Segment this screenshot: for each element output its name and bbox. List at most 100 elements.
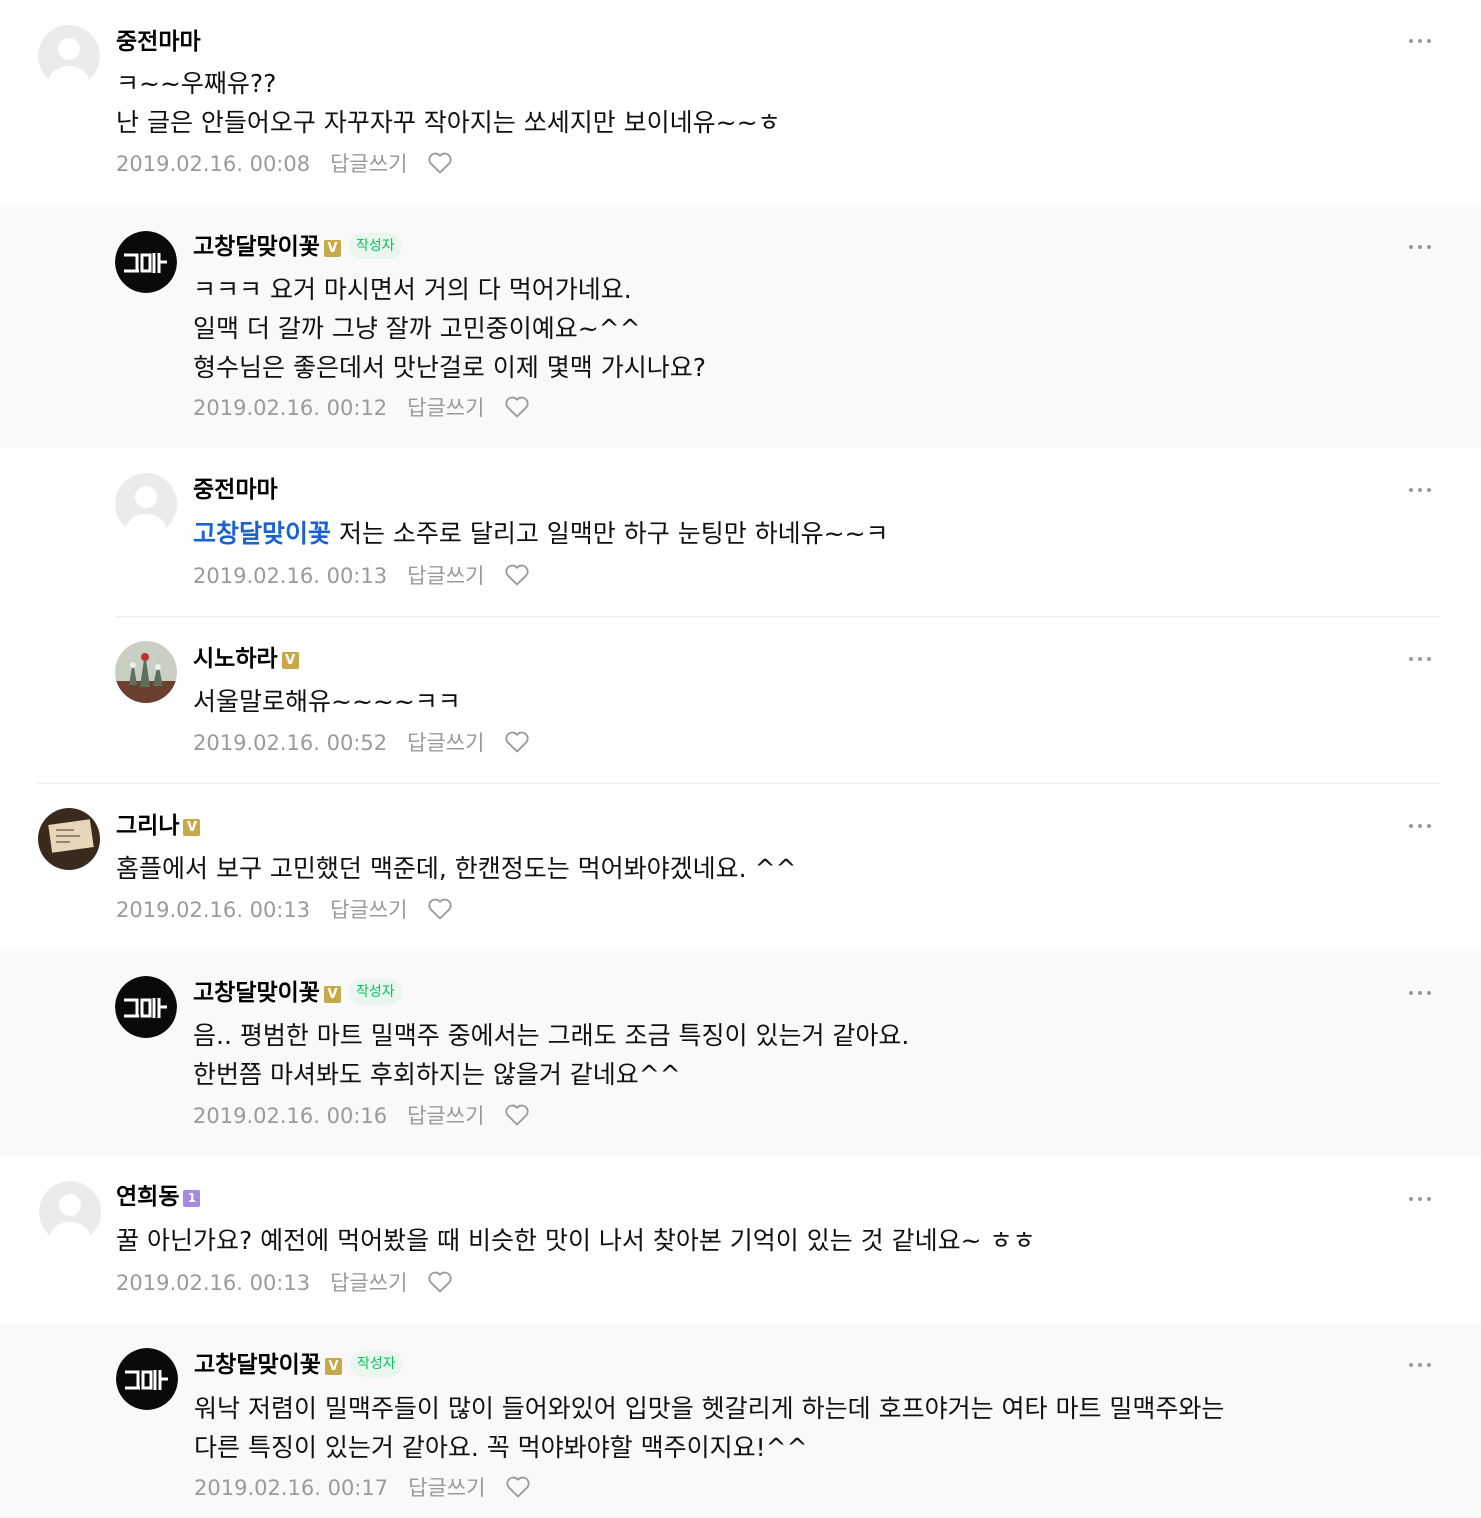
comment-text: 고창달맞이꽃 저는 소주로 달리고 일맥만 하구 눈팅만 하네유~~ㅋ	[193, 514, 889, 553]
nickname-text[interactable]: 중전마마	[116, 29, 201, 55]
member-grade-badge: V	[323, 240, 341, 257]
more-options-icon[interactable]	[1409, 1361, 1433, 1369]
heart-icon[interactable]	[427, 151, 453, 182]
nickname[interactable]: 중전마마	[193, 475, 278, 505]
nickname[interactable]: 그리나 V	[116, 811, 201, 841]
nickname-text[interactable]: 그리나	[116, 813, 179, 839]
nickname[interactable]: 연희동 1	[116, 1182, 201, 1212]
comment-line: 꿀 아닌가요? 예전에 먹어봤을 때 비슷한 맛이 나서 찾아본 기억이 있는 …	[116, 1226, 1036, 1255]
mention-link[interactable]: 고창달맞이꽃	[193, 519, 331, 548]
reply-button[interactable]: 답글쓰기	[330, 1271, 407, 1295]
heart-icon[interactable]	[504, 1103, 530, 1134]
reply-button[interactable]: 답글쓰기	[330, 152, 407, 176]
comment-meta: 2019.02.16. 00:13 답글쓰기	[193, 562, 530, 594]
nickname[interactable]: 고창달맞이꽃 V 작성자	[194, 1350, 403, 1380]
heart-icon[interactable]	[504, 730, 530, 761]
reply-button[interactable]: 답글쓰기	[407, 1104, 484, 1128]
comment-line-text: 저는 소주로 달리고 일맥만 하구 눈팅만 하네유~~ㅋ	[338, 519, 889, 548]
comment-line: 일맥 더 갈까 그냥 잘까 고민중이예요~^^	[193, 314, 641, 343]
comment-line: 형수님은 좋은데서 맛난걸로 이제 몇맥 가시나요?	[193, 353, 707, 382]
heart-icon[interactable]	[504, 563, 530, 594]
gongdal-logo-icon	[115, 231, 177, 293]
comment-line: 음.. 평범한 마트 밀맥주 중에서는 그래도 조금 특징이 있는거 같아요.	[193, 1021, 910, 1050]
more-options-icon[interactable]	[1409, 655, 1433, 663]
gongdal-logo-icon	[116, 1348, 178, 1410]
comment-date: 2019.02.16. 00:17	[194, 1476, 389, 1500]
avatar[interactable]	[38, 25, 100, 87]
comment-text: 음.. 평범한 마트 밀맥주 중에서는 그래도 조금 특징이 있는거 같아요. …	[193, 1016, 909, 1094]
default-avatar-icon	[38, 25, 100, 87]
comment-item: 고창달맞이꽃 V 작성자 ㅋㅋㅋ 요거 마시면서 거의 다 먹어가네요. 일맥 더 …	[0, 205, 1481, 448]
author-tag: 작성자	[349, 1351, 403, 1377]
nickname[interactable]: 고창달맞이꽃 V 작성자	[193, 978, 402, 1008]
avatar[interactable]	[115, 473, 177, 535]
nickname-text[interactable]: 고창달맞이꽃	[194, 1352, 321, 1378]
comment-text: 홈플에서 보구 고민했던 맥준데, 한캔정도는 먹어봐야겠네요. ^^	[116, 849, 796, 888]
handwriting-photo-icon	[38, 808, 100, 870]
nickname-text[interactable]: 중전마마	[193, 477, 278, 503]
comment-line: 한번쯤 마셔봐도 후회하지는 않을거 같네요^^	[193, 1060, 681, 1089]
member-grade-badge: 1	[183, 1190, 201, 1207]
comment-item: 중전마마 고창달맞이꽃 저는 소주로 달리고 일맥만 하구 눈팅만 하네유~~ㅋ…	[0, 448, 1481, 616]
comment-line: 고창달맞이꽃 저는 소주로 달리고 일맥만 하구 눈팅만 하네유~~ㅋ	[193, 514, 889, 553]
avatar[interactable]	[116, 1348, 178, 1410]
comment-meta: 2019.02.16. 00:12 답글쓰기	[193, 394, 530, 426]
member-grade-badge: V	[323, 986, 341, 1003]
heart-icon[interactable]	[427, 897, 453, 928]
comment-date: 2019.02.16. 00:13	[116, 1271, 311, 1295]
comment-date: 2019.02.16. 00:08	[116, 152, 311, 176]
avatar[interactable]	[115, 641, 177, 703]
nickname-text[interactable]: 고창달맞이꽃	[193, 980, 320, 1006]
heart-icon[interactable]	[505, 1475, 531, 1506]
comment-meta: 2019.02.16. 00:52 답글쓰기	[193, 729, 530, 761]
comment-meta: 2019.02.16. 00:13 답글쓰기	[116, 1269, 453, 1301]
more-options-icon[interactable]	[1409, 1195, 1433, 1203]
comment-text: 워낙 저렴이 밀맥주들이 많이 들어와있어 입맛을 헷갈리게 하는데 호프야거는…	[194, 1389, 1224, 1467]
nickname-text[interactable]: 연희동	[116, 1184, 179, 1210]
avatar[interactable]	[38, 808, 100, 870]
more-options-icon[interactable]	[1409, 486, 1433, 494]
comment-item: 고창달맞이꽃 V 작성자 워낙 저렴이 밀맥주들이 많이 들어와있어 입맛을 헷갈리…	[0, 1324, 1481, 1518]
default-avatar-icon	[115, 473, 177, 535]
comment-item: 연희동 1 꿀 아닌가요? 예전에 먹어봤을 때 비슷한 맛이 나서 찾아본 기억…	[0, 1157, 1481, 1324]
comment-item: 고창달맞이꽃 V 작성자 음.. 평범한 마트 밀맥주 중에서는 그래도 조금 특징…	[0, 951, 1481, 1157]
comment-item: 중전마마 ㅋ~~우째유?? 난 글은 안들어오구 자꾸자꾸 작아지는 쏘세지만 …	[0, 0, 1481, 205]
heart-icon[interactable]	[504, 395, 530, 426]
reply-button[interactable]: 답글쓰기	[408, 1476, 485, 1500]
more-options-icon[interactable]	[1409, 822, 1433, 830]
member-grade-badge: V	[183, 819, 201, 836]
nickname-text[interactable]: 고창달맞이꽃	[193, 234, 320, 260]
member-grade-badge: V	[324, 1358, 342, 1375]
comment-meta: 2019.02.16. 00:17 답글쓰기	[194, 1474, 531, 1506]
comment-date: 2019.02.16. 00:12	[193, 396, 388, 420]
comment-item: 시노하라 V 서울말로해유~~~~ㅋㅋ 2019.02.16. 00:52 답글쓰기	[0, 617, 1481, 783]
comment-meta: 2019.02.16. 00:08 답글쓰기	[116, 150, 453, 182]
nickname[interactable]: 중전마마	[116, 27, 201, 57]
reply-button[interactable]: 답글쓰기	[330, 898, 407, 922]
reply-button[interactable]: 답글쓰기	[407, 564, 484, 588]
member-grade-badge: V	[281, 652, 299, 669]
comment-line: ㅋㅋㅋ 요거 마시면서 거의 다 먹어가네요.	[193, 275, 632, 304]
avatar[interactable]	[39, 1181, 101, 1243]
more-options-icon[interactable]	[1409, 989, 1433, 997]
nickname-text[interactable]: 시노하라	[193, 646, 278, 672]
comment-date: 2019.02.16. 00:16	[193, 1104, 388, 1128]
author-tag: 작성자	[348, 979, 402, 1005]
more-options-icon[interactable]	[1409, 37, 1433, 45]
more-options-icon[interactable]	[1409, 243, 1433, 251]
nickname[interactable]: 시노하라 V	[193, 644, 299, 674]
comment-date: 2019.02.16. 00:13	[116, 898, 311, 922]
author-tag: 작성자	[348, 233, 402, 259]
avatar[interactable]	[115, 976, 177, 1038]
comment-text: 꿀 아닌가요? 예전에 먹어봤을 때 비슷한 맛이 나서 찾아본 기억이 있는 …	[116, 1221, 1036, 1260]
avatar[interactable]	[115, 231, 177, 293]
nickname[interactable]: 고창달맞이꽃 V 작성자	[193, 232, 402, 262]
heart-icon[interactable]	[427, 1270, 453, 1301]
reply-button[interactable]: 답글쓰기	[407, 396, 484, 420]
comment-line: 워낙 저렴이 밀맥주들이 많이 들어와있어 입맛을 헷갈리게 하는데 호프야거는…	[194, 1394, 1225, 1423]
comment-item: 그리나 V 홈플에서 보구 고민했던 맥준데, 한캔정도는 먹어봐야겠네요. ^^…	[0, 784, 1481, 950]
figurine-photo-icon	[115, 641, 177, 703]
reply-button[interactable]: 답글쓰기	[407, 731, 484, 755]
gongdal-logo-icon	[115, 976, 177, 1038]
comment-meta: 2019.02.16. 00:13 답글쓰기	[116, 896, 453, 928]
